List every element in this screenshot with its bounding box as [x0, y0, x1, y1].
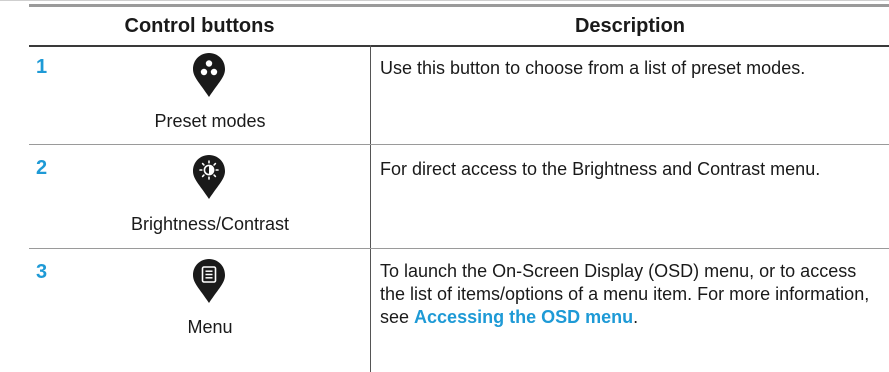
header-control-buttons: Control buttons — [124, 15, 275, 37]
preset-modes-icon[interactable] — [192, 52, 226, 98]
row-description: For direct access to the Brightness and … — [380, 159, 821, 179]
row-label: Brightness/Contrast — [130, 214, 290, 234]
row-number: 3 — [36, 261, 48, 283]
header-rule — [29, 45, 889, 47]
row-divider — [29, 248, 889, 249]
brightness-contrast-icon[interactable] — [192, 154, 226, 200]
row-number: 2 — [36, 157, 48, 179]
row-description: Use this button to choose from a list of… — [380, 58, 806, 78]
menu-icon[interactable] — [192, 258, 226, 304]
row-label: Preset modes — [154, 111, 266, 131]
column-divider — [370, 45, 371, 372]
row-description: To launch the On-Screen Display (OSD) me… — [380, 260, 880, 329]
control-buttons-table: Control buttons Description 1 Preset mod… — [0, 0, 889, 372]
row-label: Menu — [187, 317, 233, 337]
row-divider — [29, 144, 889, 145]
accessing-osd-menu-link[interactable]: Accessing the OSD menu — [414, 307, 633, 327]
row-number: 1 — [36, 56, 48, 78]
description-end: . — [633, 307, 639, 327]
header-description: Description — [574, 15, 686, 37]
